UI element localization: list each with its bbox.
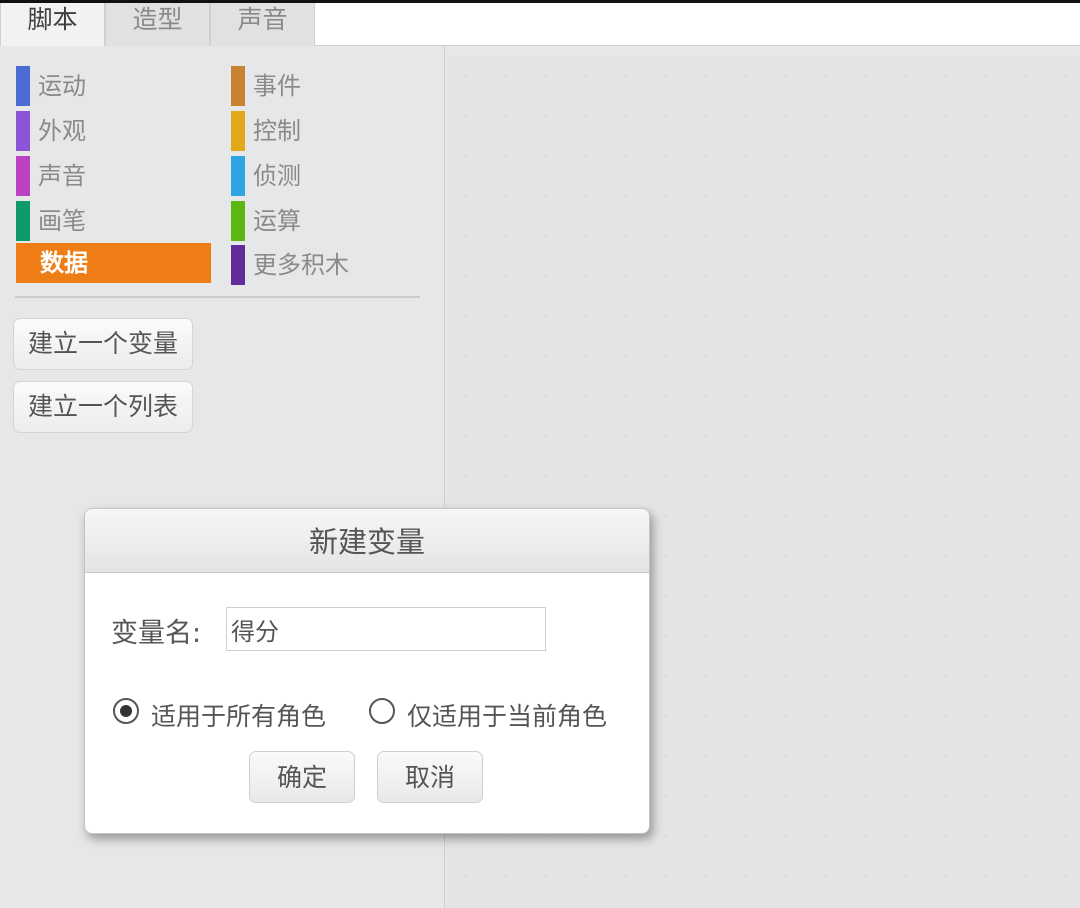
category-color-bar — [231, 156, 245, 196]
category-color-bar — [231, 201, 245, 241]
variable-name-input[interactable] — [226, 607, 546, 651]
category-color-bar — [16, 156, 30, 196]
make-list-button[interactable]: 建立一个列表 — [13, 381, 194, 433]
radio-selected-dot — [120, 705, 132, 717]
tab-sounds[interactable]: 声音 — [210, 3, 315, 48]
category-sound[interactable]: 声音 — [16, 154, 211, 196]
category-motion[interactable]: 运动 — [16, 64, 211, 106]
category-label: 运动 — [38, 72, 86, 100]
ok-button[interactable]: 确定 — [249, 751, 355, 803]
make-variable-button[interactable]: 建立一个变量 — [13, 318, 194, 370]
category-data[interactable]: 数据 — [16, 243, 211, 283]
category-color-bar — [16, 111, 30, 151]
category-control[interactable]: 控制 — [231, 109, 426, 151]
radio-button-icon — [113, 698, 139, 724]
category-label: 侦测 — [253, 162, 301, 190]
category-pen[interactable]: 画笔 — [16, 199, 211, 241]
cancel-button[interactable]: 取消 — [377, 751, 483, 803]
tab-bar: 脚本 造型 声音 — [0, 0, 1080, 49]
radio-label: 适用于所有角色 — [151, 702, 327, 731]
category-label: 数据 — [40, 249, 88, 277]
dialog-title: 新建变量 — [85, 509, 649, 573]
category-label: 声音 — [38, 162, 86, 190]
radio-button-icon — [369, 698, 395, 724]
tab-scripts[interactable]: 脚本 — [0, 3, 105, 49]
category-color-bar — [231, 66, 245, 106]
category-label: 更多积木 — [253, 251, 349, 279]
category-operators[interactable]: 运算 — [231, 199, 426, 241]
category-label: 外观 — [38, 117, 86, 145]
variable-name-label: 变量名: — [111, 618, 202, 649]
category-color-bar — [231, 111, 245, 151]
category-label: 事件 — [253, 72, 301, 100]
palette-divider — [15, 296, 420, 298]
radio-label: 仅适用于当前角色 — [407, 702, 608, 731]
tab-costumes[interactable]: 造型 — [105, 3, 210, 48]
category-looks[interactable]: 外观 — [16, 109, 211, 151]
new-variable-dialog: 新建变量 变量名: 适用于所有角色 仅适用于当前角色 确定 取消 — [84, 508, 650, 834]
category-more-blocks[interactable]: 更多积木 — [231, 243, 426, 285]
scratch-editor: 脚本 造型 声音 运动 外观 声音 画笔 数据 事件 控制 侦测 运算 更多积木… — [0, 0, 1080, 908]
category-label: 控制 — [253, 117, 301, 145]
category-color-bar — [231, 245, 245, 285]
category-label: 画笔 — [38, 207, 86, 235]
category-label: 运算 — [253, 207, 301, 235]
category-color-bar — [16, 201, 30, 241]
category-events[interactable]: 事件 — [231, 64, 426, 106]
category-sensing[interactable]: 侦测 — [231, 154, 426, 196]
category-color-bar — [16, 66, 30, 106]
